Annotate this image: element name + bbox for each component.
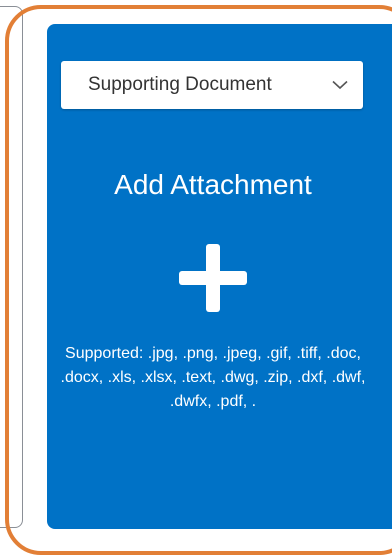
stage: Supporting Document Add Attachment Suppo… <box>0 0 392 559</box>
highlight-outline <box>5 5 392 555</box>
